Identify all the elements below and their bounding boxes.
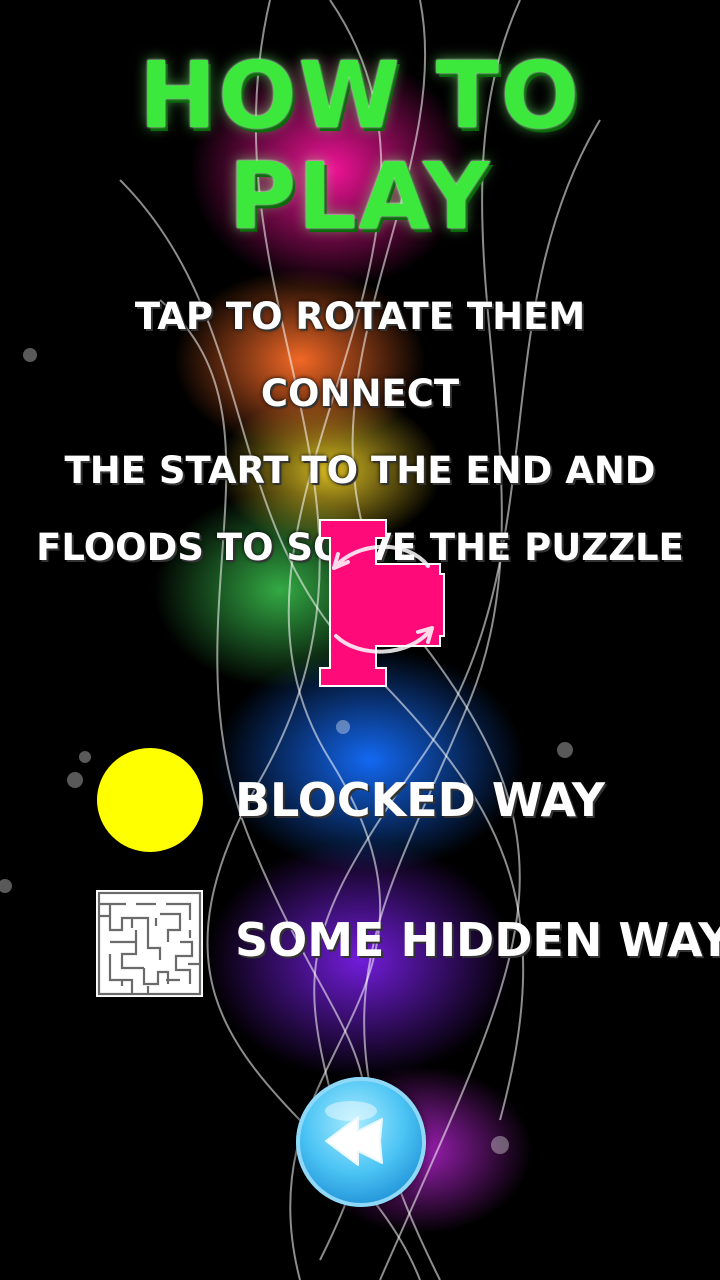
instructions-line-2: THE START TO THE END AND (64, 449, 656, 492)
legend-row-hidden-way: SOME HIDDEN WAY (0, 885, 720, 997)
instructions-line-1: TAP TO ROTATE THEM CONNECT (134, 295, 586, 415)
maze-icon (96, 890, 203, 997)
legend-label-hidden-way: SOME HIDDEN WAY (235, 913, 720, 967)
yellow-circle-icon (97, 748, 203, 852)
back-button[interactable] (296, 1077, 426, 1207)
back-arrow-icon (325, 1101, 383, 1166)
legend-label-blocked-way: BLOCKED WAY (235, 773, 606, 827)
rotate-pipe-icon (318, 518, 448, 688)
legend-row-blocked-way: BLOCKED WAY (0, 745, 720, 855)
page-title: HOW TO PLAY (139, 42, 581, 251)
